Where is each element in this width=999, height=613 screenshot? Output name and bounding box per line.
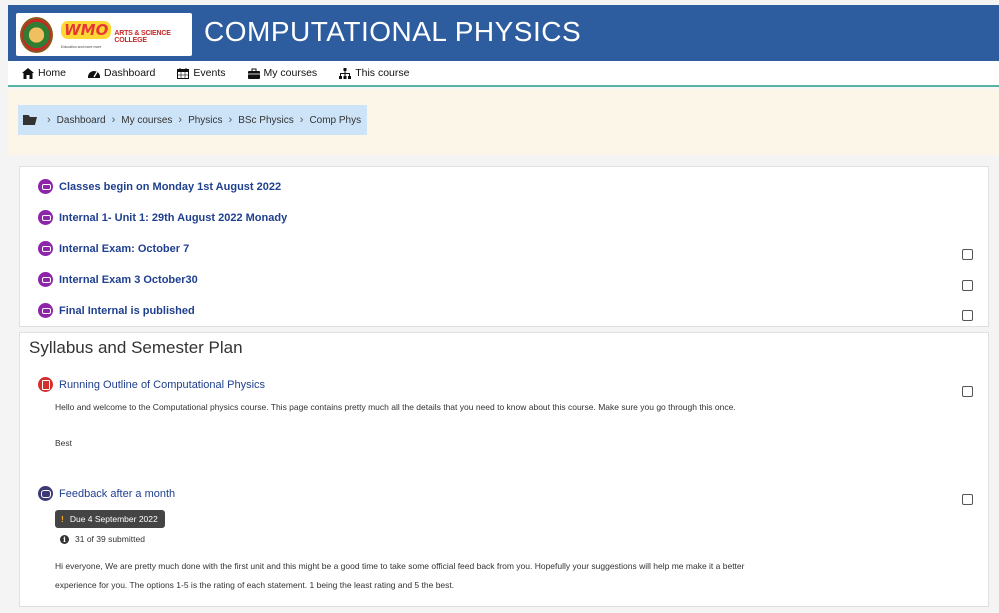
nav-home-label: Home xyxy=(38,67,67,79)
breadcrumb-bsc-physics[interactable]: BSc Physics xyxy=(238,115,294,126)
activity-label: Feedback after a month xyxy=(59,487,176,500)
announcements-section: Classes begin on Monday 1st August 2022 … xyxy=(19,166,989,327)
breadcrumb-comp-phys[interactable]: Comp Phys xyxy=(309,115,361,126)
section-title: Syllabus and Semester Plan xyxy=(29,338,243,357)
home-icon xyxy=(22,67,34,79)
announcement-label: Classes begin on Monday 1st August 2022 xyxy=(59,180,282,193)
briefcase-icon xyxy=(247,68,260,79)
activity-description: Hello and welcome to the Computational p… xyxy=(55,402,736,412)
logo-brand: WMO xyxy=(61,20,112,39)
completion-checkbox[interactable] xyxy=(962,249,973,260)
activity-running-outline[interactable]: Running Outline of Computational Physics xyxy=(38,377,265,392)
completion-checkbox[interactable] xyxy=(962,494,973,505)
nav-my-courses-label: My courses xyxy=(263,67,318,79)
college-seal-icon xyxy=(20,16,54,53)
breadcrumb-physics[interactable]: Physics xyxy=(188,115,222,126)
nav-bar: Home Dashboard Events My courses This co… xyxy=(8,61,999,87)
completion-checkbox[interactable] xyxy=(962,310,973,321)
nav-dashboard-label: Dashboard xyxy=(104,67,156,79)
breadcrumb: › Dashboard › My courses › Physics › BSc… xyxy=(18,105,368,135)
submission-count: i 31 of 39 submitted xyxy=(60,534,145,544)
announcement-link[interactable]: Classes begin on Monday 1st August 2022 xyxy=(38,179,281,194)
nav-events-label: Events xyxy=(193,67,226,79)
completion-checkbox[interactable] xyxy=(962,386,973,397)
announcement-link[interactable]: Internal 1- Unit 1: 29th August 2022 Mon… xyxy=(38,210,287,225)
logo-college-name: ARTS & SCIENCE COLLEGE xyxy=(114,29,171,44)
breadcrumb-dashboard[interactable]: Dashboard xyxy=(57,115,106,126)
activity-description: Hi everyone, We are pretty much done wit… xyxy=(55,561,745,571)
folder-open-icon xyxy=(23,115,37,125)
announcement-link[interactable]: Internal Exam 3 October30 xyxy=(38,272,198,287)
alert-icon: ! xyxy=(61,514,64,524)
feedback-icon xyxy=(38,486,53,501)
activity-label: Running Outline of Computational Physics xyxy=(59,378,266,391)
forum-icon xyxy=(38,210,53,225)
breadcrumb-band: › Dashboard › My courses › Physics › BSc… xyxy=(8,89,999,155)
calendar-icon xyxy=(177,67,190,79)
course-title: COMPUTATIONAL PHYSICS xyxy=(204,16,582,47)
nav-this-course[interactable]: This course xyxy=(339,67,409,79)
forum-icon xyxy=(38,241,53,256)
nav-dashboard[interactable]: Dashboard xyxy=(88,67,155,79)
announcement-label: Internal 1- Unit 1: 29th August 2022 Mon… xyxy=(59,211,288,224)
announcement-label: Internal Exam 3 October30 xyxy=(59,273,198,286)
logo-tagline: Education and more more xyxy=(61,44,102,49)
breadcrumb-my-courses[interactable]: My courses xyxy=(121,115,172,126)
nav-events[interactable]: Events xyxy=(177,67,226,79)
site-header: WMO ARTS & SCIENCE COLLEGE Education and… xyxy=(8,5,999,61)
completion-checkbox[interactable] xyxy=(962,280,973,291)
nav-my-courses[interactable]: My courses xyxy=(247,67,318,79)
forum-icon xyxy=(38,272,53,287)
forum-icon xyxy=(38,179,53,194)
due-date-label: Due 4 September 2022 xyxy=(69,514,158,524)
nav-this-course-label: This course xyxy=(355,67,410,79)
activity-description: experience for you. The options 1-5 is t… xyxy=(55,580,455,590)
announcement-label: Final Internal is published xyxy=(59,304,195,317)
nav-home[interactable]: Home xyxy=(22,67,66,79)
activity-description: Best xyxy=(55,438,73,448)
dashboard-icon xyxy=(88,70,101,78)
pdf-icon xyxy=(38,377,53,392)
announcement-link[interactable]: Internal Exam: October 7 xyxy=(38,241,189,256)
sitemap-icon xyxy=(339,67,352,79)
announcement-label: Internal Exam: October 7 xyxy=(59,242,190,255)
syllabus-section: Syllabus and Semester Plan Running Outli… xyxy=(19,332,989,607)
activity-feedback[interactable]: Feedback after a month xyxy=(38,486,175,501)
info-icon: i xyxy=(60,534,69,544)
forum-icon xyxy=(38,303,53,318)
college-logo[interactable]: WMO ARTS & SCIENCE COLLEGE Education and… xyxy=(16,13,192,56)
submission-count-label: 31 of 39 submitted xyxy=(75,534,145,544)
due-date-badge: ! Due 4 September 2022 xyxy=(55,510,165,528)
announcement-link[interactable]: Final Internal is published xyxy=(38,303,195,318)
